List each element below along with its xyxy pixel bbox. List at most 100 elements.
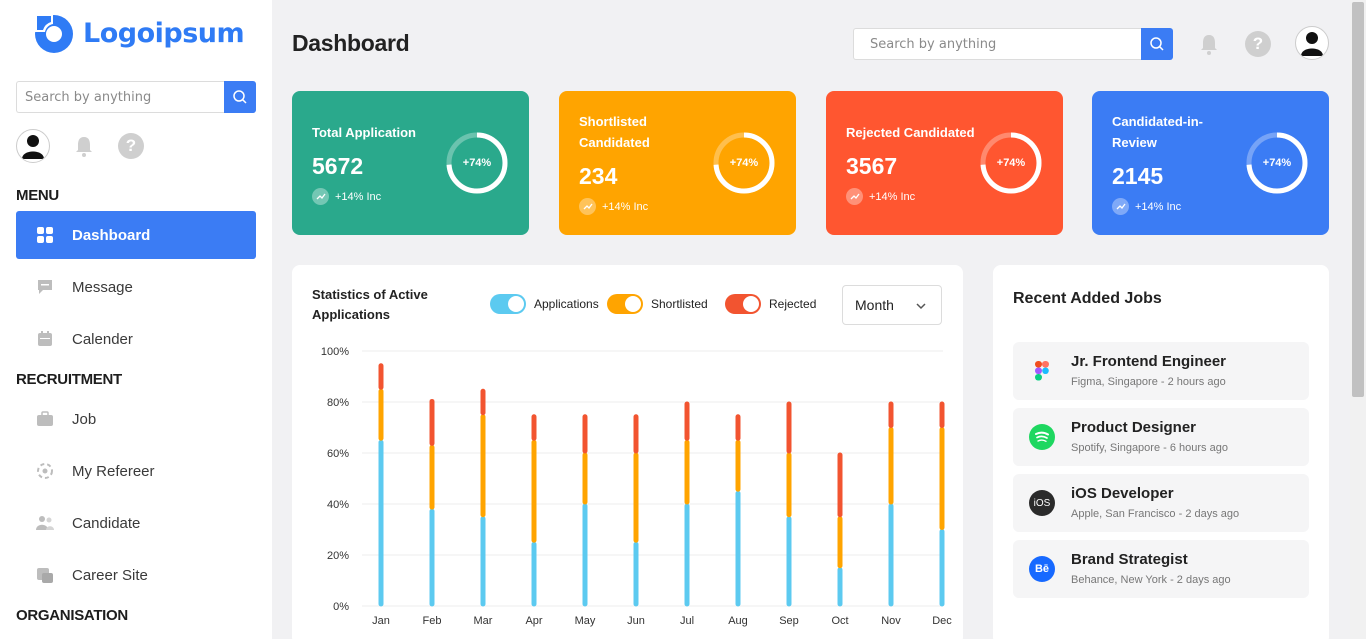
sidebar-item-label: Job <box>72 410 97 428</box>
legend-applications[interactable]: Applications <box>490 294 599 314</box>
x-tick-label: Feb <box>423 615 442 627</box>
sidebar-quick-icons: ? <box>16 129 144 163</box>
stat-card-total-application[interactable]: Total Application 5672 +14% Inc +74% <box>292 91 529 235</box>
card-label: Total Application <box>312 125 416 140</box>
behance-icon: Bē <box>1029 556 1055 582</box>
referral-icon <box>36 462 54 480</box>
card-increase: +14% Inc <box>1112 198 1181 215</box>
card-value: 5672 <box>312 153 364 179</box>
header-search-button[interactable] <box>1141 28 1173 60</box>
x-tick-label: Aug <box>728 615 748 627</box>
job-item[interactable]: Bē Brand Strategist Behance, New York - … <box>1013 540 1309 598</box>
job-item[interactable]: Product Designer Spotify, Singapore - 6 … <box>1013 408 1309 466</box>
card-label: Candidated-in-Review <box>1112 114 1203 150</box>
sidebar-search-input[interactable]: Search by anything <box>16 81 224 113</box>
sidebar-search-button[interactable] <box>224 81 256 113</box>
trend-up-icon <box>846 188 863 205</box>
career-site-icon <box>36 566 54 584</box>
trend-up-icon <box>312 188 329 205</box>
job-meta: Behance, New York - 2 days ago <box>1071 574 1231 586</box>
legend-rejected[interactable]: Rejected <box>725 294 816 314</box>
sidebar-item-calender[interactable]: Calender <box>16 315 256 363</box>
card-increase-text: +14% Inc <box>602 200 649 213</box>
bell-icon[interactable] <box>1197 31 1221 57</box>
ring-percent: +74% <box>462 157 492 169</box>
stat-card-shortlisted[interactable]: Shortlisted Candidated 234 +14% Inc +74% <box>559 91 796 235</box>
job-title: Product Designer <box>1071 419 1197 436</box>
statistics-panel: Statistics of Active Applications Applic… <box>292 265 963 639</box>
x-tick-label: Oct <box>831 615 848 627</box>
scrollbar-thumb[interactable] <box>1352 2 1364 397</box>
progress-ring: +74% <box>712 131 776 195</box>
scrollbar[interactable] <box>1350 0 1366 639</box>
progress-ring: +74% <box>1245 131 1309 195</box>
card-increase-text: +14% Inc <box>1135 200 1182 213</box>
recent-jobs-panel: Recent Added Jobs Jr. Frontend Engineer … <box>993 265 1329 639</box>
x-tick-label: Jun <box>627 615 645 627</box>
user-icon <box>1301 32 1323 56</box>
sidebar-item-my-refereer[interactable]: My Refereer <box>16 447 256 495</box>
job-item[interactable]: Jr. Frontend Engineer Figma, Singapore -… <box>1013 342 1309 400</box>
ring-percent: +74% <box>1262 157 1292 169</box>
card-increase-text: +14% Inc <box>335 190 382 203</box>
sidebar-item-label: Candidate <box>72 514 141 532</box>
y-tick-label: 20% <box>327 550 349 562</box>
job-title: Jr. Frontend Engineer <box>1071 353 1227 370</box>
message-icon <box>36 278 54 296</box>
trend-up-icon <box>579 198 596 215</box>
spotify-icon <box>1029 424 1055 450</box>
legend-shortlisted[interactable]: Shortlisted <box>607 294 708 314</box>
card-value: 2145 <box>1112 163 1164 189</box>
applications-toggle[interactable] <box>490 294 526 314</box>
help-icon[interactable]: ? <box>1245 31 1271 57</box>
bar-chart: 0% 20% 40% 60% 80% 100% Jan Feb Mar Apr May Jun Jul A… <box>321 346 952 627</box>
x-tick-label: Jul <box>680 615 694 627</box>
shortlisted-toggle[interactable] <box>607 294 643 314</box>
header-search-input[interactable]: Search by anything <box>853 28 1141 60</box>
logo-text: Logoipsum <box>83 17 245 49</box>
help-icon[interactable]: ? <box>118 133 144 159</box>
y-tick-label: 100% <box>321 346 349 358</box>
job-meta: Spotify, Singapore - 6 hours ago <box>1071 442 1228 454</box>
card-label: Shortlisted Candidated <box>579 114 650 150</box>
job-meta: Figma, Singapore - 2 hours ago <box>1071 376 1226 388</box>
bell-icon[interactable] <box>72 134 96 158</box>
x-tick-label: May <box>575 615 596 627</box>
ring-percent: +74% <box>729 157 759 169</box>
chevron-down-icon <box>916 303 926 310</box>
ring-percent: +74% <box>996 157 1026 169</box>
organisation-section-title: ORGANISATION <box>16 607 128 624</box>
sidebar-item-message[interactable]: Message <box>16 263 256 311</box>
avatar[interactable] <box>16 129 50 163</box>
period-select[interactable]: Month <box>842 285 942 325</box>
sidebar-item-job[interactable]: Job <box>16 395 256 443</box>
logo[interactable]: Logoipsum <box>33 12 245 54</box>
sidebar-search: Search by anything <box>16 81 256 113</box>
x-tick-label: Apr <box>525 615 542 627</box>
avatar[interactable] <box>1295 26 1329 60</box>
job-item[interactable]: iOS iOS Developer Apple, San Francisco -… <box>1013 474 1309 532</box>
stat-card-rejected[interactable]: Rejected Candidated 3567 +14% Inc +74% <box>826 91 1063 235</box>
ios-icon: iOS <box>1029 490 1055 516</box>
sidebar-item-label: Dashboard <box>72 226 151 244</box>
sidebar-item-candidate[interactable]: Candidate <box>16 499 256 547</box>
rejected-toggle[interactable] <box>725 294 761 314</box>
logo-icon <box>35 14 73 53</box>
sidebar-item-dashboard[interactable]: Dashboard <box>16 211 256 259</box>
y-tick-label: 40% <box>327 499 349 511</box>
user-icon <box>22 135 44 159</box>
trend-up-icon <box>1112 198 1129 215</box>
search-icon <box>1150 37 1164 51</box>
x-tick-label: Dec <box>932 615 952 627</box>
sidebar-item-career-site[interactable]: Career Site <box>16 551 256 599</box>
sidebar-item-label: Calender <box>72 330 133 348</box>
jobs-title: Recent Added Jobs <box>1013 290 1162 307</box>
progress-ring: +74% <box>445 131 509 195</box>
sidebar-item-label: Message <box>72 278 133 296</box>
card-increase-text: +14% Inc <box>869 190 916 203</box>
legend-label: Rejected <box>769 297 817 311</box>
card-value: 234 <box>579 163 618 189</box>
job-meta: Apple, San Francisco - 2 days ago <box>1071 508 1240 520</box>
x-tick-label: Mar <box>474 615 493 627</box>
stat-card-in-review[interactable]: Candidated-in-Review 2145 +14% Inc +74% <box>1092 91 1329 235</box>
